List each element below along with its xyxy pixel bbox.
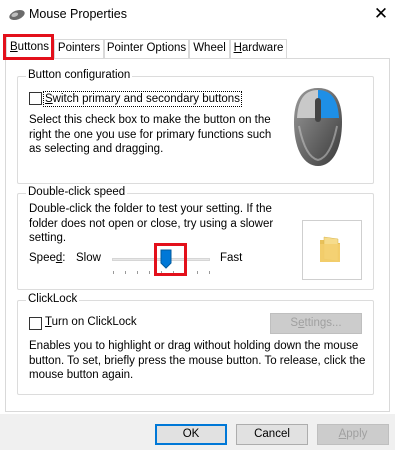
folder-icon[interactable] (318, 234, 346, 264)
apply-button[interactable]: Apply (317, 424, 389, 445)
desc-line: Double-click the folder to test your set… (29, 203, 272, 215)
window-title: Mouse Properties (29, 7, 127, 21)
tab-wheel[interactable]: Wheel (189, 39, 230, 58)
clicklock-description: Enables you to highlight or drag without… (29, 339, 369, 383)
slider-tick (149, 271, 150, 274)
fast-label: Fast (220, 252, 243, 264)
button-configuration-legend: Button configuration (26, 69, 133, 81)
desc-line: right the one you use for primary functi… (29, 128, 272, 141)
mouse-app-icon (9, 9, 25, 21)
tab-buttons[interactable]: Buttons (6, 36, 53, 59)
desc-line: Select this check box to make the button… (29, 114, 271, 126)
close-icon[interactable]: ✕ (370, 3, 392, 25)
desc-line: mouse button again. (29, 369, 134, 381)
tab-pointers[interactable]: Pointers (54, 39, 104, 58)
double-click-legend: Double-click speed (26, 186, 128, 198)
speed-slider-thumb[interactable] (160, 249, 172, 269)
slider-tick (113, 271, 114, 274)
desc-line: Enables you to highlight or drag without… (29, 340, 359, 352)
clicklock-legend: ClickLock (26, 293, 80, 305)
switch-buttons-text: Switch primary and secondary buttons (45, 93, 240, 105)
slider-tick (197, 271, 198, 274)
slow-label: Slow (76, 252, 101, 264)
slider-tick (125, 271, 126, 274)
desc-line: folder does not open or close, try using… (29, 217, 274, 230)
desc-line: button. To set, briefly press the mouse … (29, 354, 366, 367)
tab-hardware[interactable]: Hardware (230, 39, 287, 58)
switch-buttons-checkbox[interactable] (29, 92, 42, 105)
switch-buttons-label[interactable]: Switch primary and secondary buttons (43, 91, 242, 107)
clicklock-settings-button[interactable]: Settings... (270, 313, 362, 334)
button-config-description: Select this check box to make the button… (29, 113, 279, 157)
ok-button[interactable]: OK (155, 424, 227, 445)
slider-tick (137, 271, 138, 274)
clicklock-checkbox[interactable] (29, 317, 42, 330)
clicklock-label[interactable]: Turn on ClickLock (45, 316, 137, 328)
double-click-description: Double-click the folder to test your set… (29, 202, 299, 246)
slider-tick (209, 271, 210, 274)
tab-pointer-options[interactable]: Pointer Options (104, 39, 189, 58)
mouse-icon (294, 88, 342, 166)
cancel-button[interactable]: Cancel (236, 424, 308, 445)
speed-label: Speed: (29, 252, 66, 264)
desc-line: as selecting and dragging. (29, 143, 164, 155)
